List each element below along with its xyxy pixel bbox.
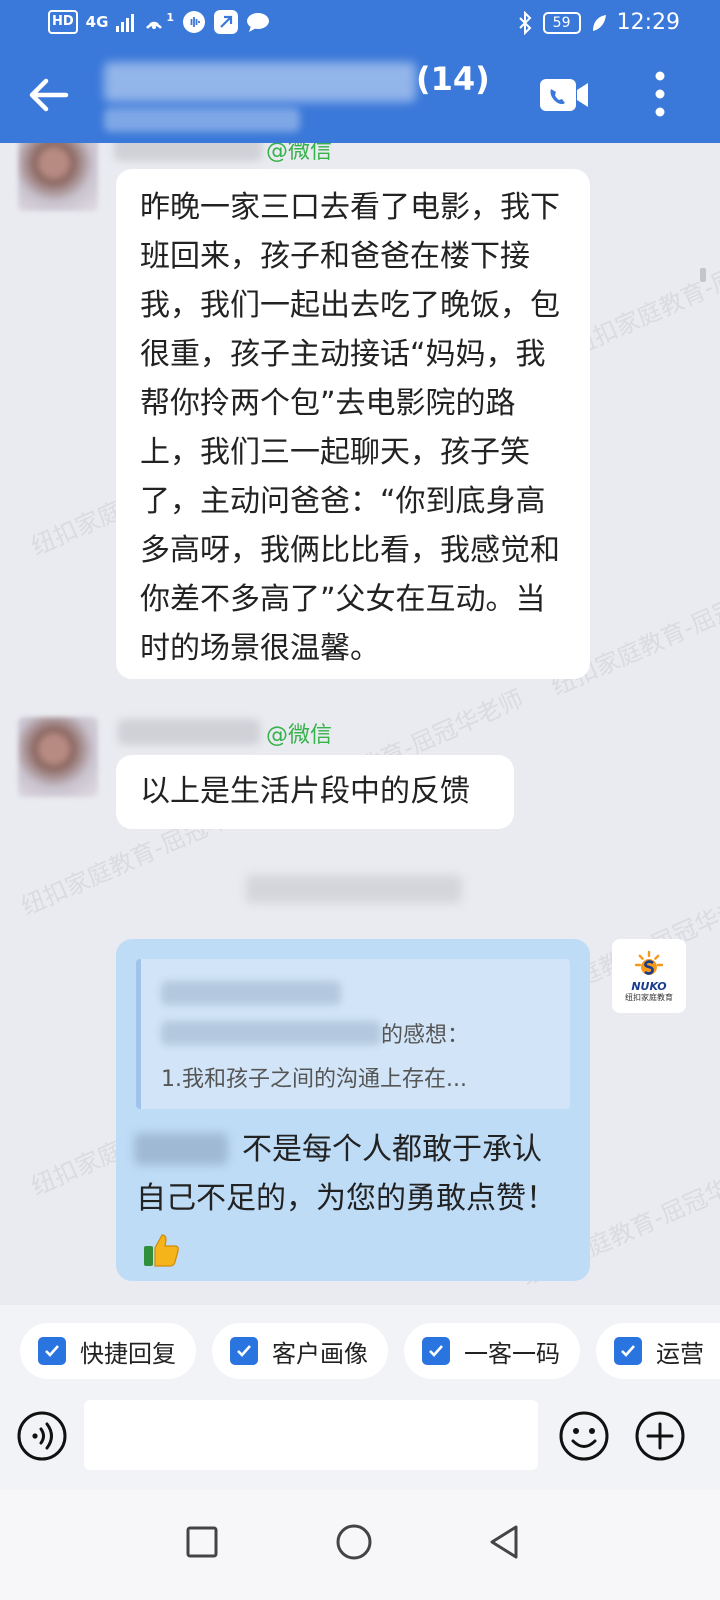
- top-bar: HD 4G 1 59 12:29 (14): [0, 0, 720, 143]
- triangle-back-icon: [490, 1525, 518, 1559]
- signal-superscript: 1: [166, 10, 175, 24]
- clock: 12:29: [616, 10, 680, 35]
- more-vertical-icon: [655, 71, 665, 117]
- checkbox-icon: [614, 1337, 642, 1365]
- chat-header: (14): [0, 48, 720, 143]
- chip-label: 运营: [656, 1339, 704, 1368]
- message-input[interactable]: [84, 1400, 538, 1470]
- member-count: (14): [416, 60, 490, 98]
- video-call-button[interactable]: [540, 75, 592, 115]
- circle-icon: [336, 1524, 372, 1560]
- network-type: 4G: [85, 13, 109, 31]
- customer-code-chip[interactable]: 一客一码: [404, 1323, 580, 1379]
- signal-icon: [116, 12, 135, 32]
- back-nav-button[interactable]: [474, 1512, 534, 1572]
- chip-label: 一客一码: [464, 1339, 560, 1368]
- smiley-icon: [559, 1411, 609, 1461]
- checkbox-icon: [422, 1337, 450, 1365]
- brand-name-cn: 纽扣家庭教育: [625, 992, 673, 1002]
- message-bubble[interactable]: 以上是生活片段中的反馈: [116, 755, 514, 829]
- sender-avatar[interactable]: [18, 143, 98, 211]
- my-message-body: 不是每个人都敢于承认自己不足的，为您的勇敢点赞！: [136, 1132, 556, 1216]
- my-message-bubble[interactable]: 的感想： 1.我和孩子之间的沟通上存在... 不是每个人都敢于承认自己不足的，为…: [116, 939, 590, 1281]
- quoted-sender-redacted: [161, 981, 341, 1005]
- hotspot-icon: [142, 10, 166, 34]
- group-name-redacted: [104, 62, 416, 102]
- source-tag: @微信: [266, 143, 333, 164]
- emoji-button[interactable]: [558, 1410, 610, 1462]
- quoted-text-line: 1.我和孩子之间的沟通上存在...: [161, 1067, 467, 1092]
- leaf-icon: [591, 11, 607, 35]
- voice-input-button[interactable]: [16, 1410, 68, 1462]
- scroll-indicator[interactable]: [700, 268, 706, 282]
- battery-icon: 59: [542, 11, 581, 34]
- voice-icon: [17, 1411, 67, 1461]
- customer-profile-chip[interactable]: 客户画像: [212, 1323, 388, 1379]
- nuko-logo-icon: [634, 950, 664, 975]
- checkbox-icon: [38, 1337, 66, 1365]
- thumbs-up-icon: [144, 1233, 179, 1267]
- checkbox-icon: [230, 1337, 258, 1365]
- quick-actions-bar[interactable]: 快捷回复 客户画像 一客一码 运营: [0, 1305, 720, 1395]
- more-options-button[interactable]: [648, 68, 672, 120]
- video-call-icon: [540, 79, 588, 111]
- message-icon: [246, 10, 270, 34]
- system-nav-bar: [0, 1490, 720, 1600]
- quoted-text-redacted: [161, 1021, 381, 1045]
- sender-name-redacted: [118, 719, 260, 745]
- plus-icon: [635, 1411, 685, 1461]
- chip-label: 客户画像: [272, 1339, 368, 1368]
- my-avatar[interactable]: NUKO 纽扣家庭教育: [612, 939, 686, 1013]
- chip-label: 快捷回复: [80, 1339, 176, 1368]
- sender-name-redacted: [114, 143, 262, 161]
- voice-wave-icon: [182, 10, 206, 34]
- operations-chip[interactable]: 运营: [596, 1323, 720, 1379]
- sender-avatar[interactable]: [18, 717, 98, 797]
- quoted-message[interactable]: 的感想： 1.我和孩子之间的沟通上存在...: [136, 959, 570, 1109]
- quick-reply-chip[interactable]: 快捷回复: [20, 1323, 196, 1379]
- recent-apps-button[interactable]: [172, 1512, 232, 1572]
- message-bubble[interactable]: 昨晚一家三口去看了电影，我下班回来，孩子和爸爸在楼下接我，我们一起出去吃了晚饭，…: [116, 169, 590, 679]
- brand-name: NUKO: [631, 979, 667, 993]
- arrow-left-icon: [29, 78, 69, 112]
- my-message-text: 不是每个人都敢于承认自己不足的，为您的勇敢点赞！: [136, 1125, 566, 1272]
- home-button[interactable]: [324, 1512, 384, 1572]
- group-subtitle-redacted: [104, 108, 300, 132]
- input-bar: [0, 1395, 720, 1490]
- timestamp-redacted: [246, 875, 462, 903]
- chat-area[interactable]: 纽扣家庭教育-屈冠华老师 纽扣家庭教育-屈冠华老师 纽扣家庭教育-屈冠华老师 纽…: [0, 143, 720, 1305]
- bluetooth-icon: [517, 10, 533, 35]
- app-notification-icon: [214, 10, 239, 34]
- back-button[interactable]: [26, 73, 70, 117]
- status-bar: HD 4G 1 59 12:29: [0, 0, 720, 48]
- more-actions-button[interactable]: [634, 1410, 686, 1462]
- square-icon: [186, 1526, 218, 1558]
- source-tag: @微信: [266, 723, 333, 748]
- hd-icon: HD: [48, 10, 78, 34]
- quoted-text-line: 的感想：: [381, 1023, 470, 1048]
